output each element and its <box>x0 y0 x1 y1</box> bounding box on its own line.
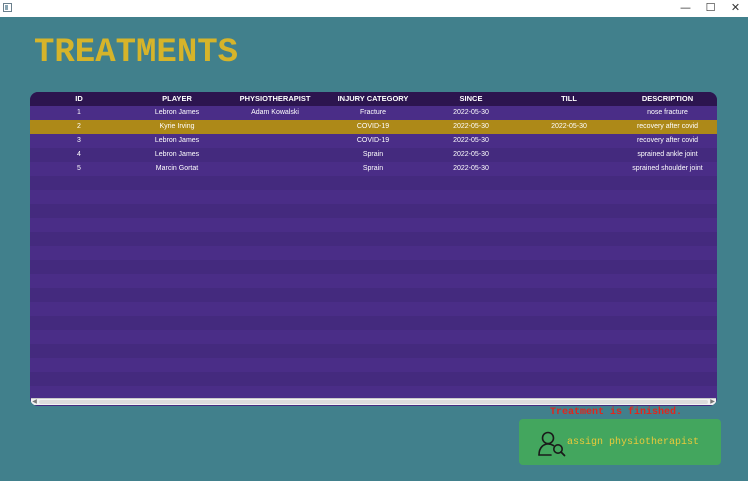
scrollbar-thumb[interactable] <box>39 400 708 404</box>
column-header-injury-category[interactable]: INJURY CATEGORY <box>324 92 422 106</box>
app-icon <box>3 3 12 12</box>
cell-injury-category: Sprain <box>362 165 384 172</box>
scroll-right-icon[interactable]: ▶ <box>709 399 716 405</box>
minimize-button[interactable]: — <box>672 0 699 17</box>
close-button[interactable]: ✕ <box>722 0 748 17</box>
table-row[interactable]: 5 Marcin Gortat Sprain 2022-05-30 sprain… <box>30 162 717 176</box>
column-header-till[interactable]: TILL <box>520 92 618 106</box>
cell-till: 2022-05-30 <box>551 123 587 130</box>
cell-physiotherapist <box>226 162 324 176</box>
table-body: 1 Lebron James Adam Kowalski Fracture 20… <box>30 106 717 398</box>
cell-physiotherapist <box>226 120 324 134</box>
maximize-button[interactable]: ☐ <box>697 0 724 17</box>
table-row-selected[interactable]: 2 Kyrie Irving COVID-19 2022-05-30 2022-… <box>30 120 717 134</box>
column-header-description[interactable]: DESCRIPTION <box>618 92 717 106</box>
cell-injury-category: COVID-19 <box>356 137 390 144</box>
column-header-id[interactable]: ID <box>30 92 128 106</box>
cell-since: 2022-05-30 <box>453 165 489 172</box>
column-header-since[interactable]: SINCE <box>422 92 520 106</box>
cell-player: Kyrie Irving <box>159 123 195 130</box>
column-header-player[interactable]: PLAYER <box>128 92 226 106</box>
window-titlebar: — ☐ ✕ <box>0 0 748 17</box>
cell-player: Lebron James <box>154 137 200 144</box>
cell-id: 5 <box>77 165 81 172</box>
cell-physiotherapist <box>226 148 324 162</box>
cell-id: 4 <box>77 151 81 158</box>
assign-physiotherapist-label: assign physiotherapist <box>567 437 700 448</box>
cell-id: 1 <box>77 109 81 116</box>
cell-physiotherapist <box>226 134 324 148</box>
status-message: Treatment is finished. <box>550 407 683 418</box>
table-row[interactable]: 3 Lebron James COVID-19 2022-05-30 recov… <box>30 134 717 148</box>
cell-since: 2022-05-30 <box>453 109 489 116</box>
cell-till <box>520 148 618 162</box>
column-header-physiotherapist[interactable]: PHYSIOTHERAPIST <box>226 92 324 106</box>
scroll-left-icon[interactable]: ◀ <box>31 399 38 405</box>
cell-description: recovery after covid <box>636 123 699 130</box>
assign-physiotherapist-button[interactable]: assign physiotherapist <box>519 419 721 465</box>
page-title: TREATMENTS <box>34 34 239 72</box>
cell-player: Marcin Gortat <box>155 165 199 172</box>
cell-injury-category: Sprain <box>362 151 384 158</box>
table-header: ID PLAYER PHYSIOTHERAPIST INJURY CATEGOR… <box>30 92 717 106</box>
cell-player: Lebron James <box>154 109 200 116</box>
treatments-table: ID PLAYER PHYSIOTHERAPIST INJURY CATEGOR… <box>30 92 717 406</box>
cell-till <box>520 106 618 120</box>
cell-since: 2022-05-30 <box>453 123 489 130</box>
cell-till <box>520 134 618 148</box>
cell-description: sprained ankle joint <box>637 151 698 158</box>
cell-player: Lebron James <box>154 151 200 158</box>
cell-description: recovery after covid <box>636 137 699 144</box>
horizontal-scrollbar[interactable]: ◀ ▶ <box>31 398 716 405</box>
cell-description: nose fracture <box>647 109 688 116</box>
table-row[interactable]: 1 Lebron James Adam Kowalski Fracture 20… <box>30 106 717 120</box>
cell-id: 2 <box>77 123 81 130</box>
cell-since: 2022-05-30 <box>453 137 489 144</box>
cell-physiotherapist: Adam Kowalski <box>251 109 299 116</box>
cell-description: sprained shoulder joint <box>632 165 703 172</box>
cell-injury-category: Fracture <box>359 109 387 116</box>
table-row[interactable]: 4 Lebron James Sprain 2022-05-30 spraine… <box>30 148 717 162</box>
user-search-icon <box>538 431 566 457</box>
cell-id: 3 <box>77 137 81 144</box>
cell-injury-category: COVID-19 <box>356 123 390 130</box>
cell-since: 2022-05-30 <box>453 151 489 158</box>
cell-till <box>520 162 618 176</box>
